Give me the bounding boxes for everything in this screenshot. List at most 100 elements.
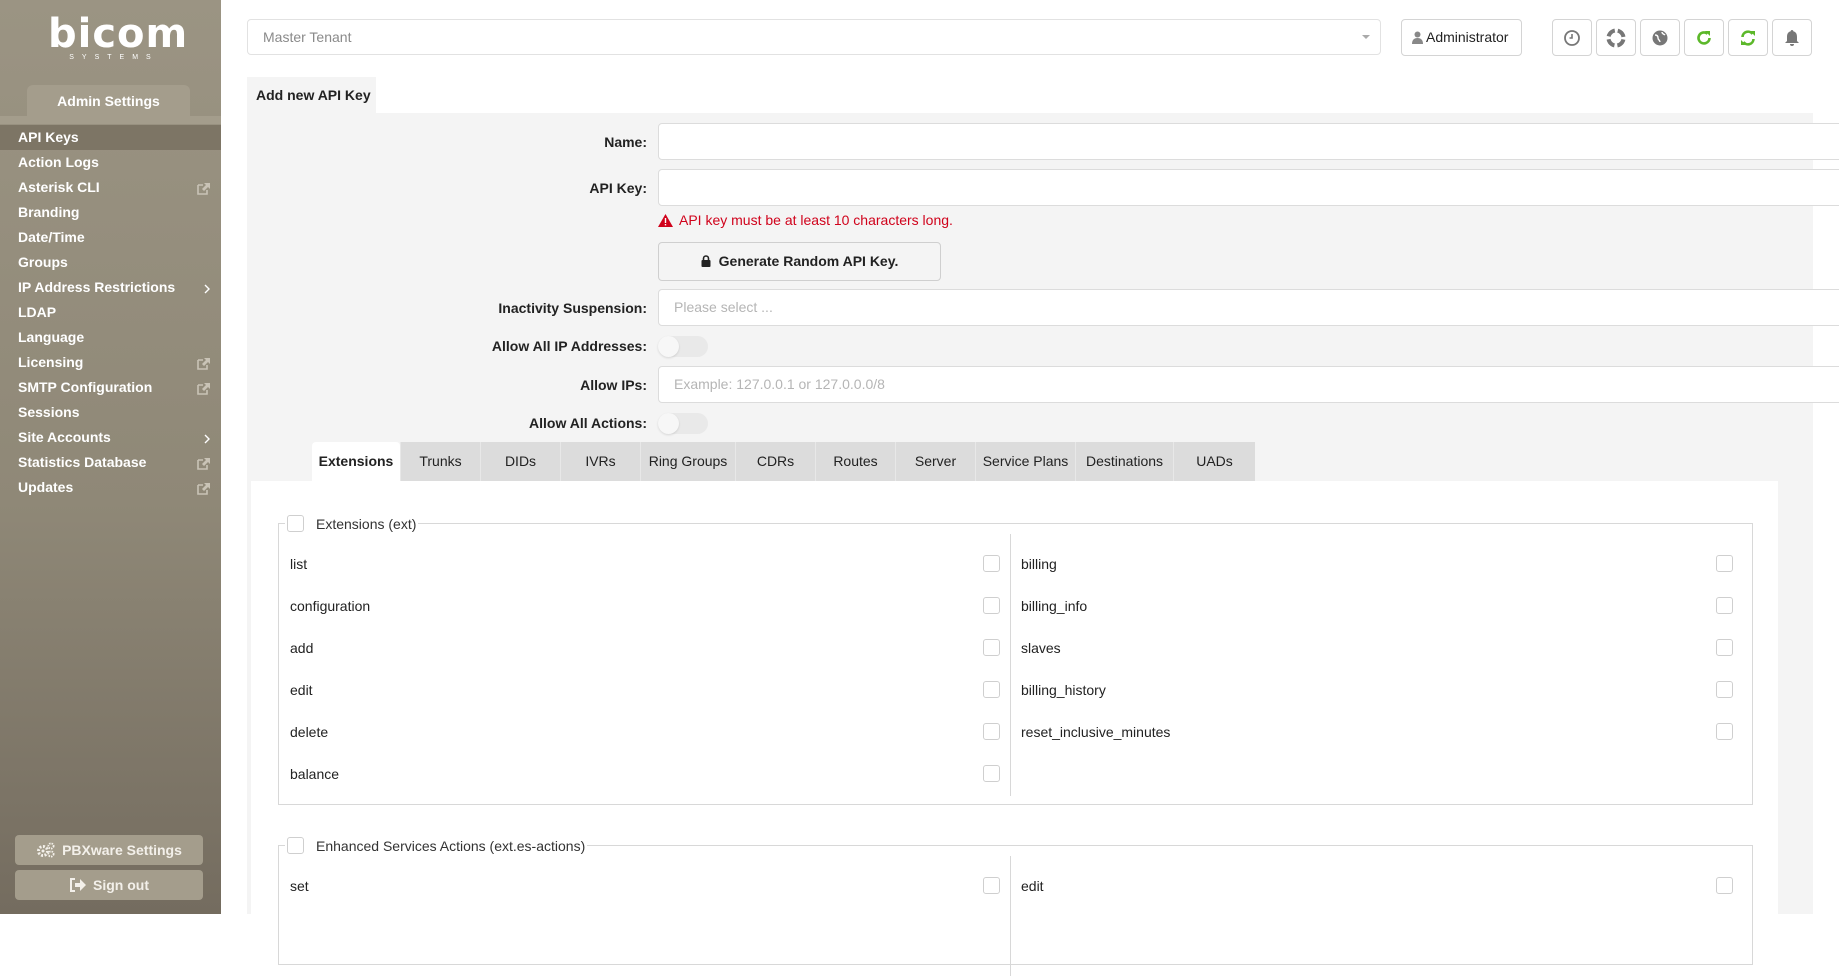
tab-dids[interactable]: DIDs bbox=[480, 442, 560, 481]
permission-checkbox[interactable] bbox=[983, 765, 1000, 782]
tab-ring-groups[interactable]: Ring Groups bbox=[640, 442, 735, 481]
permission-group-legend: Extensions (ext) bbox=[285, 514, 419, 534]
tab-uads[interactable]: UADs bbox=[1173, 442, 1255, 481]
allow-ips-select[interactable]: Example: 127.0.0.1 or 127.0.0.0/8 bbox=[658, 366, 1839, 403]
permission-label: slaves bbox=[1021, 640, 1061, 656]
permission-label: edit bbox=[290, 682, 313, 698]
caret-down-icon bbox=[1362, 35, 1370, 39]
permission-checkbox[interactable] bbox=[1716, 555, 1733, 572]
tab-service-plans[interactable]: Service Plans bbox=[975, 442, 1075, 481]
tab-server[interactable]: Server bbox=[895, 442, 975, 481]
sidebar-item-site-accounts[interactable]: Site Accounts bbox=[0, 425, 221, 450]
history-button[interactable] bbox=[1552, 19, 1592, 56]
permission-checkbox[interactable] bbox=[983, 681, 1000, 698]
sync-button[interactable] bbox=[1728, 19, 1768, 56]
generate-api-key-label: Generate Random API Key. bbox=[718, 253, 899, 269]
lifebuoy-icon bbox=[1606, 27, 1626, 48]
generate-api-key-button[interactable]: Generate Random API Key. bbox=[658, 242, 941, 281]
tenant-selected-value: Master Tenant bbox=[263, 29, 352, 45]
permission-item: billing bbox=[1021, 554, 1733, 574]
sidebar-item-label: Groups bbox=[18, 254, 68, 270]
cogs-icon bbox=[37, 842, 55, 858]
permission-checkbox[interactable] bbox=[1716, 681, 1733, 698]
sidebar-item-label: API Keys bbox=[18, 129, 79, 145]
permission-label: reset_inclusive_minutes bbox=[1021, 724, 1171, 740]
lock-icon bbox=[701, 255, 711, 267]
tab-routes[interactable]: Routes bbox=[815, 442, 895, 481]
tab-trunks[interactable]: Trunks bbox=[400, 442, 480, 481]
allow-all-ip-toggle[interactable] bbox=[658, 336, 708, 357]
permission-label: add bbox=[290, 640, 314, 656]
external-link-icon bbox=[197, 350, 211, 375]
column-divider bbox=[1010, 856, 1011, 976]
sidebar-item-asterisk-cli[interactable]: Asterisk CLI bbox=[0, 175, 221, 200]
permission-checkbox[interactable] bbox=[1716, 723, 1733, 740]
sidebar-item-sessions[interactable]: Sessions bbox=[0, 400, 221, 425]
sidebar-item-smtp-configuration[interactable]: SMTP Configuration bbox=[0, 375, 221, 400]
admin-settings-tab[interactable]: Admin Settings bbox=[27, 85, 190, 117]
sidebar-item-ldap[interactable]: LDAP bbox=[0, 300, 221, 325]
user-icon bbox=[1412, 31, 1423, 44]
sidebar-item-label: Site Accounts bbox=[18, 429, 111, 445]
name-input[interactable] bbox=[658, 123, 1839, 160]
permission-checkbox[interactable] bbox=[983, 597, 1000, 614]
sidebar-item-label: LDAP bbox=[18, 304, 57, 320]
sidebar-item-label: Action Logs bbox=[18, 154, 99, 170]
column-divider bbox=[1010, 534, 1011, 796]
permission-checkbox[interactable] bbox=[983, 723, 1000, 740]
sidebar-item-api-keys[interactable]: API Keys bbox=[0, 125, 221, 150]
sidebar-item-label: Statistics Database bbox=[18, 454, 147, 470]
permission-group-title: Enhanced Services Actions (ext.es-action… bbox=[316, 838, 586, 854]
permission-item: reset_inclusive_minutes bbox=[1021, 722, 1733, 742]
chevron-right-icon bbox=[203, 275, 211, 300]
sidebar-item-action-logs[interactable]: Action Logs bbox=[0, 150, 221, 175]
sidebar-item-licensing[interactable]: Licensing bbox=[0, 350, 221, 375]
panel-title-tab: Add new API Key bbox=[247, 77, 376, 113]
api-key-input[interactable] bbox=[658, 169, 1839, 206]
group-select-all-checkbox[interactable] bbox=[287, 515, 304, 532]
permission-checkbox[interactable] bbox=[983, 877, 1000, 894]
bicom-logo: bicom SYSTEMS bbox=[48, 14, 187, 61]
allow-all-actions-label: Allow All Actions: bbox=[529, 415, 647, 431]
permission-checkbox[interactable] bbox=[983, 639, 1000, 656]
sidebar-item-statistics-database[interactable]: Statistics Database bbox=[0, 450, 221, 475]
sidebar-item-branding[interactable]: Branding bbox=[0, 200, 221, 225]
sync-icon bbox=[1741, 29, 1755, 46]
pbxware-settings-button[interactable]: PBXware Settings bbox=[15, 835, 203, 865]
permission-checkbox[interactable] bbox=[1716, 597, 1733, 614]
allow-all-actions-toggle[interactable] bbox=[658, 413, 708, 434]
permission-checkbox[interactable] bbox=[1716, 877, 1733, 894]
permission-label: edit bbox=[1021, 878, 1044, 894]
tab-destinations[interactable]: Destinations bbox=[1075, 442, 1173, 481]
permission-label: balance bbox=[290, 766, 340, 782]
permission-checkbox[interactable] bbox=[983, 555, 1000, 572]
support-button[interactable] bbox=[1596, 19, 1636, 56]
permission-group-legend: Enhanced Services Actions (ext.es-action… bbox=[285, 836, 588, 856]
language-button[interactable] bbox=[1640, 19, 1680, 56]
sidebar-item-language[interactable]: Language bbox=[0, 325, 221, 350]
tab-ivrs[interactable]: IVRs bbox=[560, 442, 640, 481]
sidebar-item-groups[interactable]: Groups bbox=[0, 250, 221, 275]
permission-label: billing_info bbox=[1021, 598, 1088, 614]
globe-icon bbox=[1652, 30, 1668, 45]
permission-checkbox[interactable] bbox=[1716, 639, 1733, 656]
notifications-button[interactable] bbox=[1772, 19, 1812, 56]
inactivity-suspension-placeholder: Please select ... bbox=[674, 299, 773, 315]
sidebar-item-updates[interactable]: Updates bbox=[0, 475, 221, 500]
api-key-error: API key must be at least 10 characters l… bbox=[658, 212, 953, 228]
sidebar-item-date-time[interactable]: Date/Time bbox=[0, 225, 221, 250]
permission-item: list bbox=[290, 554, 1000, 574]
external-link-icon bbox=[197, 175, 211, 200]
tab-cdrs[interactable]: CDRs bbox=[735, 442, 815, 481]
tenant-select[interactable]: Master Tenant bbox=[247, 19, 1381, 55]
inactivity-suspension-select[interactable]: Please select ... bbox=[658, 289, 1839, 326]
sign-out-button[interactable]: Sign out bbox=[15, 870, 203, 900]
user-label: Administrator bbox=[1426, 29, 1509, 45]
tab-extensions[interactable]: Extensions bbox=[312, 442, 400, 481]
permission-label: delete bbox=[290, 724, 329, 740]
group-select-all-checkbox[interactable] bbox=[287, 837, 304, 854]
sidebar-item-label: Date/Time bbox=[18, 229, 85, 245]
reload-button[interactable] bbox=[1684, 19, 1724, 56]
user-menu-button[interactable]: Administrator bbox=[1401, 19, 1522, 56]
sidebar-item-ip-address-restrictions[interactable]: IP Address Restrictions bbox=[0, 275, 221, 300]
